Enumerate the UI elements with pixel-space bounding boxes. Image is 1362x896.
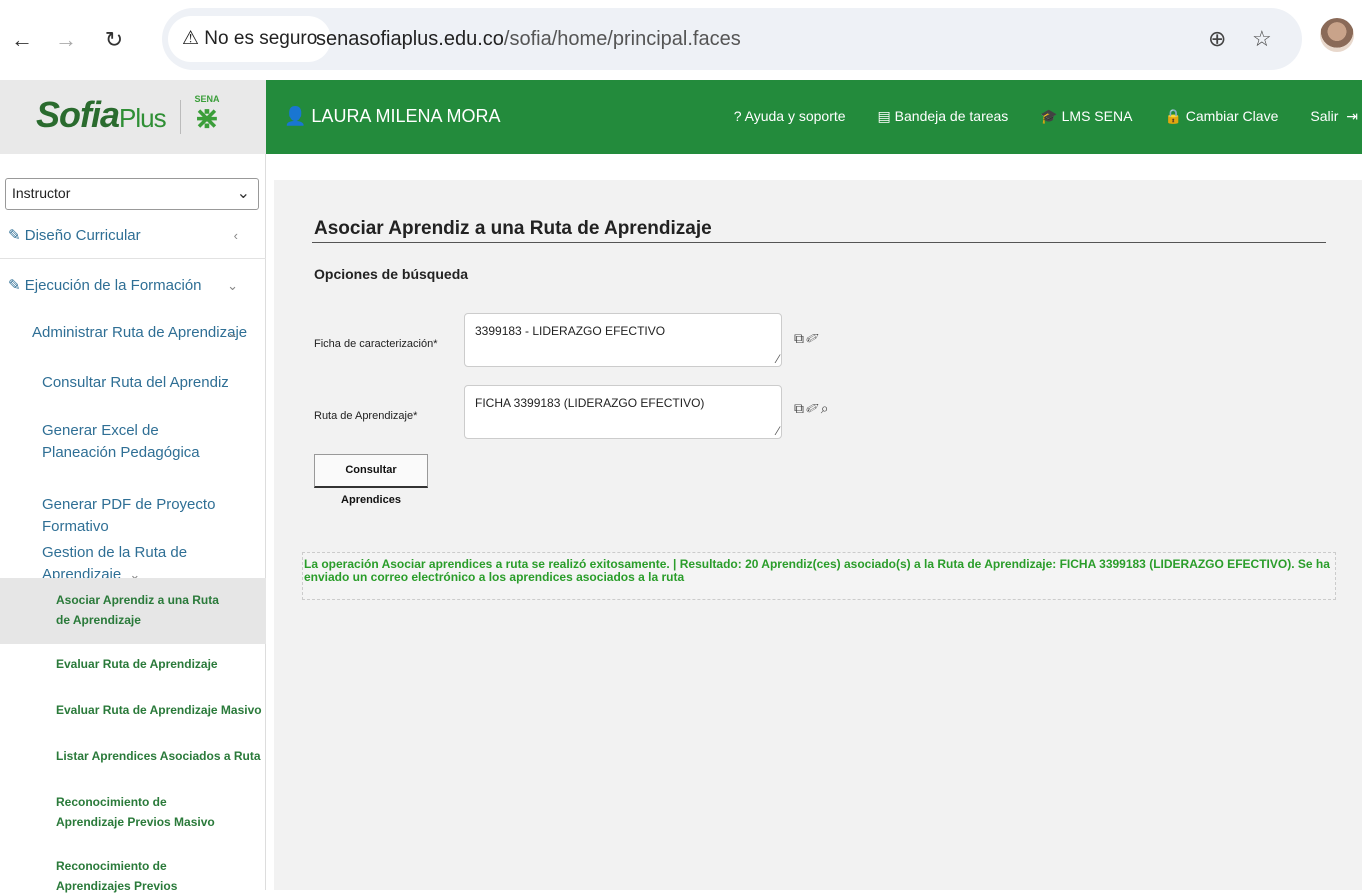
sena-logo: SENA ⋇ [186,94,228,138]
logo-brand: Sofia [36,94,120,135]
star-icon[interactable]: ☆ [1252,26,1272,52]
tasks-link[interactable]: ▤ Bandeja de tareas [878,108,1013,125]
sidebar-item-listar-aprendices[interactable]: Listar Aprendices Asociados a Ruta [0,746,266,766]
sidebar-item-evaluar-ruta[interactable]: Evaluar Ruta de Aprendizaje [0,654,266,674]
divider [0,258,266,259]
role-label: Instructor [12,185,71,201]
lms-label: LMS SENA [1061,108,1133,124]
ruta-field[interactable]: FICHA 3399183 (LIDERAZGO EFECTIVO) ⁄ [464,385,782,439]
user-name: 👤 LAURA MILENA MORA [284,106,500,127]
url-host: senasofiaplus.edu.co [316,28,504,50]
search-icon[interactable]: ⌕ [821,400,831,416]
chevron-down-icon: ⌄ [236,185,250,202]
zoom-icon[interactable]: ⊕ [1208,26,1226,52]
sidebar-item-consultar-ruta[interactable]: Consultar Ruta del Aprendiz [0,372,266,394]
lms-link[interactable]: 🎓 LMS SENA [1040,108,1136,125]
resize-grip-icon[interactable]: ⁄ [777,352,779,366]
top-bar: 👤 LAURA MILENA MORA ? Ayuda y soporte ▤ … [266,80,1362,154]
sidebar-item-asociar-aprendiz[interactable]: Asociar Aprendiz a una Ruta de Aprendiza… [0,578,266,644]
chevron-down-icon: ⌄ [227,278,238,293]
sidebar-item-ejecucion[interactable]: ✎ Ejecución de la Formación ⌄ [0,276,266,294]
help-label: Ayuda y soporte [744,108,846,124]
clear-icon[interactable]: ✐ [806,400,821,416]
sidebar-item-generar-pdf[interactable]: Generar PDF de Proyecto Formativo [0,494,266,538]
sofiaplus-logo[interactable]: SofiaPlus [36,94,167,136]
profile-avatar[interactable] [1320,18,1354,52]
logo-divider [180,100,181,134]
browser-chrome: ← → ↻ ⚠ No es seguro senasofiaplus.edu.c… [0,0,1362,80]
change-password-link[interactable]: 🔒 Cambiar Clave [1164,108,1282,125]
ruta-tools: ⧉✐⌕ [794,400,831,417]
back-icon[interactable]: ← [8,26,36,54]
top-links: ? Ayuda y soporte ▤ Bandeja de tareas 🎓 … [734,108,1362,125]
role-select[interactable]: Instructor ⌄ [5,178,259,210]
sidebar-item-reconocimiento-previos[interactable]: Reconocimiento de Aprendizajes Previos [0,856,266,896]
ficha-label: Ficha de caracterización* [314,338,438,350]
sena-mark-icon: ⋇ [194,102,220,135]
page-title: Asociar Aprendiz a una Ruta de Aprendiza… [314,218,712,239]
sidebar: Instructor ⌄ ✎ Diseño Curricular ‹ ✎ Ejec… [0,154,266,893]
security-chip[interactable]: ⚠ No es seguro [168,16,332,62]
sidebar-item-evaluar-masivo[interactable]: Evaluar Ruta de Aprendizaje Masivo [0,700,266,720]
help-link[interactable]: ? Ayuda y soporte [734,108,850,125]
ruta-value: FICHA 3399183 (LIDERAZGO EFECTIVO) [475,396,705,410]
user-label: LAURA MILENA MORA [311,106,501,126]
tasks-label: Bandeja de tareas [894,108,1009,124]
search-options-heading: Opciones de búsqueda [314,266,469,282]
copy-icon[interactable]: ⧉ [794,330,806,346]
url-text[interactable]: senasofiaplus.edu.co/sofia/home/principa… [316,8,741,70]
forward-icon[interactable]: → [52,26,80,54]
clear-icon[interactable]: ✐ [806,330,821,346]
sidebar-item-reconocimiento-masivo[interactable]: Reconocimiento de Aprendizaje Previos Ma… [0,792,266,832]
copy-icon[interactable]: ⧉ [794,400,806,416]
sidebar-item-label: Ejecución de la Formación [24,277,202,294]
url-path: /sofia/home/principal.faces [503,28,741,50]
ficha-value: 3399183 - LIDERAZGO EFECTIVO [475,324,666,338]
reload-icon[interactable]: ↻ [100,26,128,54]
chevron-left-icon: ‹ [233,228,238,243]
change-password-label: Cambiar Clave [1185,108,1279,124]
sidebar-item-label: Administrar Ruta de Aprendizaje [32,324,248,341]
logout-link[interactable]: Salir ⇥ [1310,108,1358,125]
sidebar-item-label: Diseño Curricular [24,227,141,244]
logo-area: SofiaPlus SENA ⋇ [0,80,266,154]
title-divider [312,242,1326,243]
chevron-down-icon: ⌄ [227,325,238,340]
user-icon: 👤 [284,106,312,126]
sidebar-group-administrar[interactable]: Administrar Ruta de Aprendizaje ⌄ [0,322,266,344]
logo-plus: Plus [119,103,167,133]
consultar-aprendices-button[interactable]: Consultar Aprendices [314,454,428,506]
resize-grip-icon[interactable]: ⁄ [777,424,779,438]
logout-label: Salir [1310,108,1339,124]
edit-icon: ✎ [8,277,25,294]
ficha-field[interactable]: 3399183 - LIDERAZGO EFECTIVO ⁄ [464,313,782,367]
ruta-label: Ruta de Aprendizaje* [314,410,418,422]
ficha-tools: ⧉✐ [794,330,821,347]
success-message: La operación Asociar aprendices a ruta s… [302,552,1336,600]
edit-icon: ✎ [8,227,25,244]
sidebar-item-diseno[interactable]: ✎ Diseño Curricular ‹ [0,226,266,244]
address-bar[interactable]: ⚠ No es seguro senasofiaplus.edu.co/sofi… [162,8,1302,70]
sidebar-item-generar-excel[interactable]: Generar Excel de Planeación Pedagógica [0,420,266,464]
main-content: Asociar Aprendiz a una Ruta de Aprendiza… [274,180,1362,890]
